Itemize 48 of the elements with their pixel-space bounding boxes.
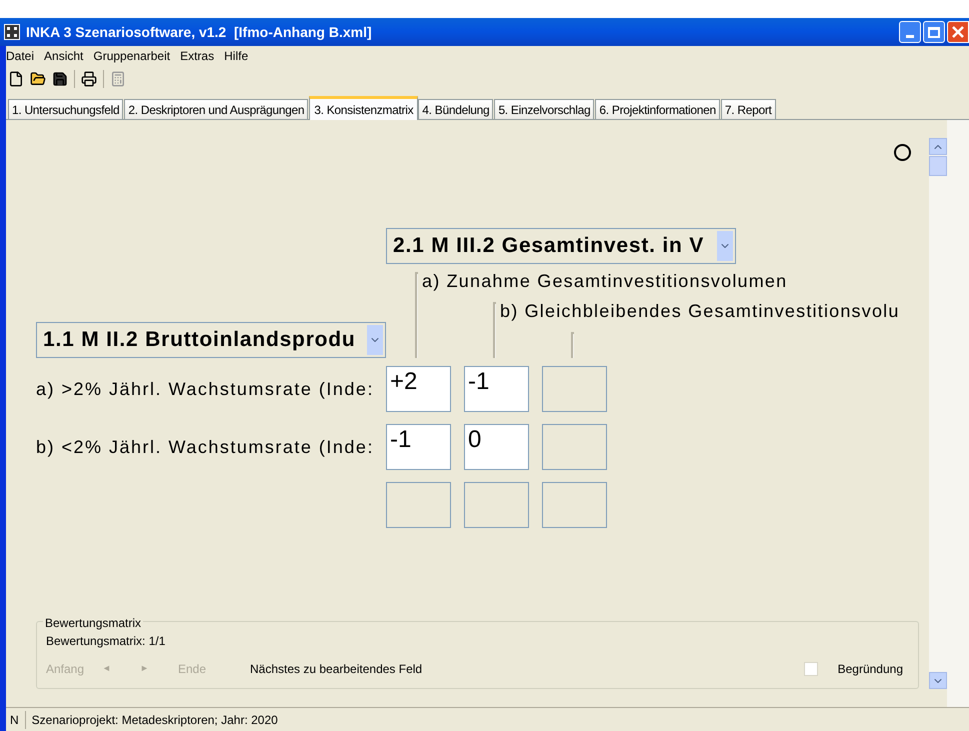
minimize-button[interactable]	[899, 21, 921, 43]
menu-item[interactable]: Ansicht	[44, 47, 84, 65]
open-folder-icon[interactable]	[30, 71, 46, 87]
scroll-thumb[interactable]	[929, 156, 947, 176]
menu-item[interactable]: Extras	[180, 47, 214, 65]
empty-matrix-cell[interactable]	[542, 482, 607, 528]
printer-icon[interactable]	[81, 71, 97, 87]
column-label: b) Gleichbleibendes Gesamtinvestitionsvolu	[500, 300, 900, 323]
matrix-cell[interactable]: -1	[386, 424, 451, 470]
close-button[interactable]	[947, 21, 969, 43]
tab[interactable]: 7. Report	[720, 99, 776, 119]
calculator-icon[interactable]	[110, 71, 126, 87]
scroll-up-button[interactable]	[929, 138, 947, 155]
row-label: a) >2% Jährl. Wachstumsrate (Inde:	[36, 378, 374, 398]
empty-matrix-cell[interactable]	[386, 482, 451, 528]
next-field-link[interactable]: Nächstes zu bearbeitendes Feld	[250, 660, 422, 678]
vertical-scrollbar[interactable]	[929, 138, 947, 689]
checkbox[interactable]	[804, 662, 818, 676]
maximize-button[interactable]	[923, 21, 945, 43]
app-icon	[4, 24, 20, 40]
menu-item[interactable]: Datei	[6, 47, 34, 65]
save-icon[interactable]	[52, 71, 68, 87]
tab[interactable]: 3. Konsistenzmatrix	[309, 96, 418, 120]
window-title: INKA 3 Szenariosoftware, v1.2 [Ifmo-Anhang B.xml]	[26, 22, 372, 42]
matrix-cell[interactable]: 0	[464, 424, 529, 470]
empty-matrix-cell[interactable]	[464, 482, 529, 528]
checkbox-label: Begründung	[838, 661, 903, 678]
column-dropdown[interactable]: 2.1 M III.2 Gesamtinvest. in V	[386, 228, 736, 264]
new-file-icon[interactable]	[8, 71, 24, 87]
matrix-cell[interactable]: -1	[464, 366, 529, 412]
scroll-down-button[interactable]	[929, 672, 947, 689]
menu-item[interactable]: Hilfe	[224, 47, 248, 65]
row-label: b) <2% Jährl. Wachstumsrate (Inde:	[36, 436, 374, 456]
tab[interactable]: 5. Einzelvorschlag	[494, 99, 594, 119]
tab[interactable]: 4. Bündelung	[418, 99, 494, 119]
column-label: a) Zunahme Gesamtinvestitionsvolumen	[422, 270, 788, 293]
tab[interactable]: 6. Projektinformationen	[595, 99, 720, 119]
tab[interactable]: 1. Untersuchungsfeld	[8, 99, 124, 119]
tab[interactable]: 2. Deskriptoren und Ausprägungen	[124, 99, 308, 119]
status-mode: N	[10, 710, 26, 728]
matrix-counter: Bewertungsmatrix: 1/1	[46, 633, 166, 650]
menu-item[interactable]: Gruppenarbeit	[93, 47, 170, 65]
empty-matrix-cell[interactable]	[542, 424, 607, 470]
empty-matrix-cell[interactable]	[542, 366, 607, 412]
status-text: Szenarioprojekt: Metadeskriptoren; Jahr: 2020	[32, 712, 278, 728]
matrix-cell[interactable]: +2	[386, 366, 451, 412]
row-dropdown[interactable]: 1.1 M II.2 Bruttoinlandsprodu	[36, 322, 386, 358]
close-icon	[952, 26, 964, 38]
